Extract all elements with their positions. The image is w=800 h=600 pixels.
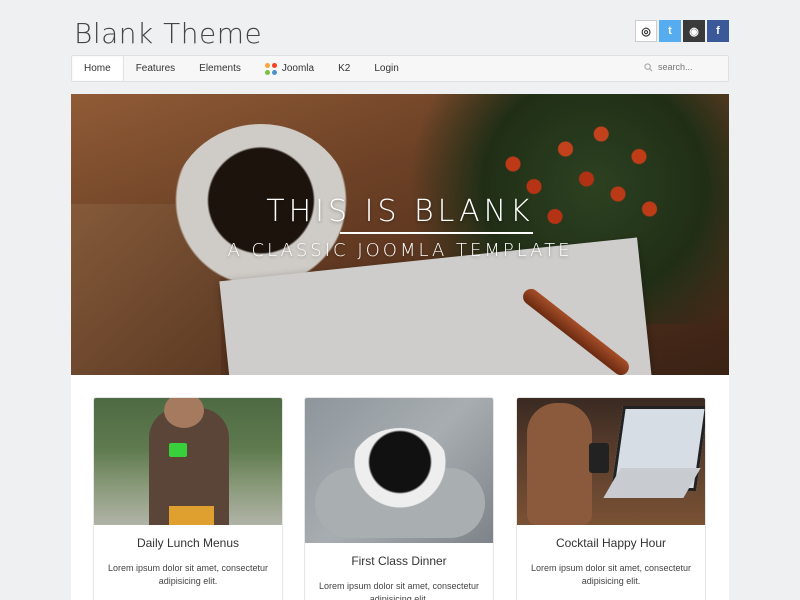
card-title[interactable]: Daily Lunch Menus	[94, 536, 282, 550]
card-text: Lorem ipsum dolor sit amet, consectetur …	[530, 563, 692, 586]
search-box	[644, 62, 720, 72]
hero-title: THIS IS BLANK	[266, 194, 534, 229]
card-image-lunch	[94, 398, 282, 525]
card-title[interactable]: Cocktail Happy Hour	[517, 536, 705, 550]
nav-item-login[interactable]: Login	[362, 56, 410, 81]
nav-item-joomla-label: Joomla	[281, 63, 315, 74]
social-links: ◎ t ◉ f	[633, 20, 729, 42]
card-text: Lorem ipsum dolor sit amet, consectetur …	[318, 581, 480, 600]
card-lunch[interactable]: Daily Lunch Menus Lorem ipsum dolor sit …	[93, 397, 283, 600]
github-icon[interactable]: ◎	[635, 20, 657, 42]
main-navbar: Home Features Elements Joomla K2 Login	[71, 55, 729, 82]
features-section: Daily Lunch Menus Lorem ipsum dolor sit …	[71, 375, 729, 600]
card-cocktail[interactable]: Cocktail Happy Hour Lorem ipsum dolor si…	[516, 397, 706, 600]
nav-item-joomla[interactable]: Joomla	[253, 56, 326, 81]
card-text: Lorem ipsum dolor sit amet, consectetur …	[107, 563, 269, 586]
nav-item-elements[interactable]: Elements	[187, 56, 253, 81]
facebook-icon[interactable]: f	[707, 20, 729, 42]
hero-divider	[340, 232, 533, 234]
nav-item-features[interactable]: Features	[124, 56, 187, 81]
site-logo[interactable]: Blank Theme	[74, 17, 262, 50]
hero-banner: THIS IS BLANK A CLASSIC JOOMLA TEMPLATE	[71, 94, 729, 375]
hero-overlay	[71, 94, 729, 375]
twitter-icon[interactable]: t	[659, 20, 681, 42]
nav-item-k2[interactable]: K2	[326, 56, 362, 81]
search-icon	[644, 62, 653, 71]
card-image-dinner	[305, 398, 493, 543]
dribbble-icon[interactable]: ◉	[683, 20, 705, 42]
search-input[interactable]	[658, 62, 720, 72]
nav-item-home[interactable]: Home	[72, 56, 124, 81]
joomla-icon	[264, 62, 277, 75]
card-image-cocktail	[517, 398, 705, 525]
hero-subtitle: A CLASSIC JOOMLA TEMPLATE	[227, 240, 573, 261]
card-dinner[interactable]: First Class Dinner Lorem ipsum dolor sit…	[304, 397, 494, 600]
card-title[interactable]: First Class Dinner	[305, 554, 493, 568]
